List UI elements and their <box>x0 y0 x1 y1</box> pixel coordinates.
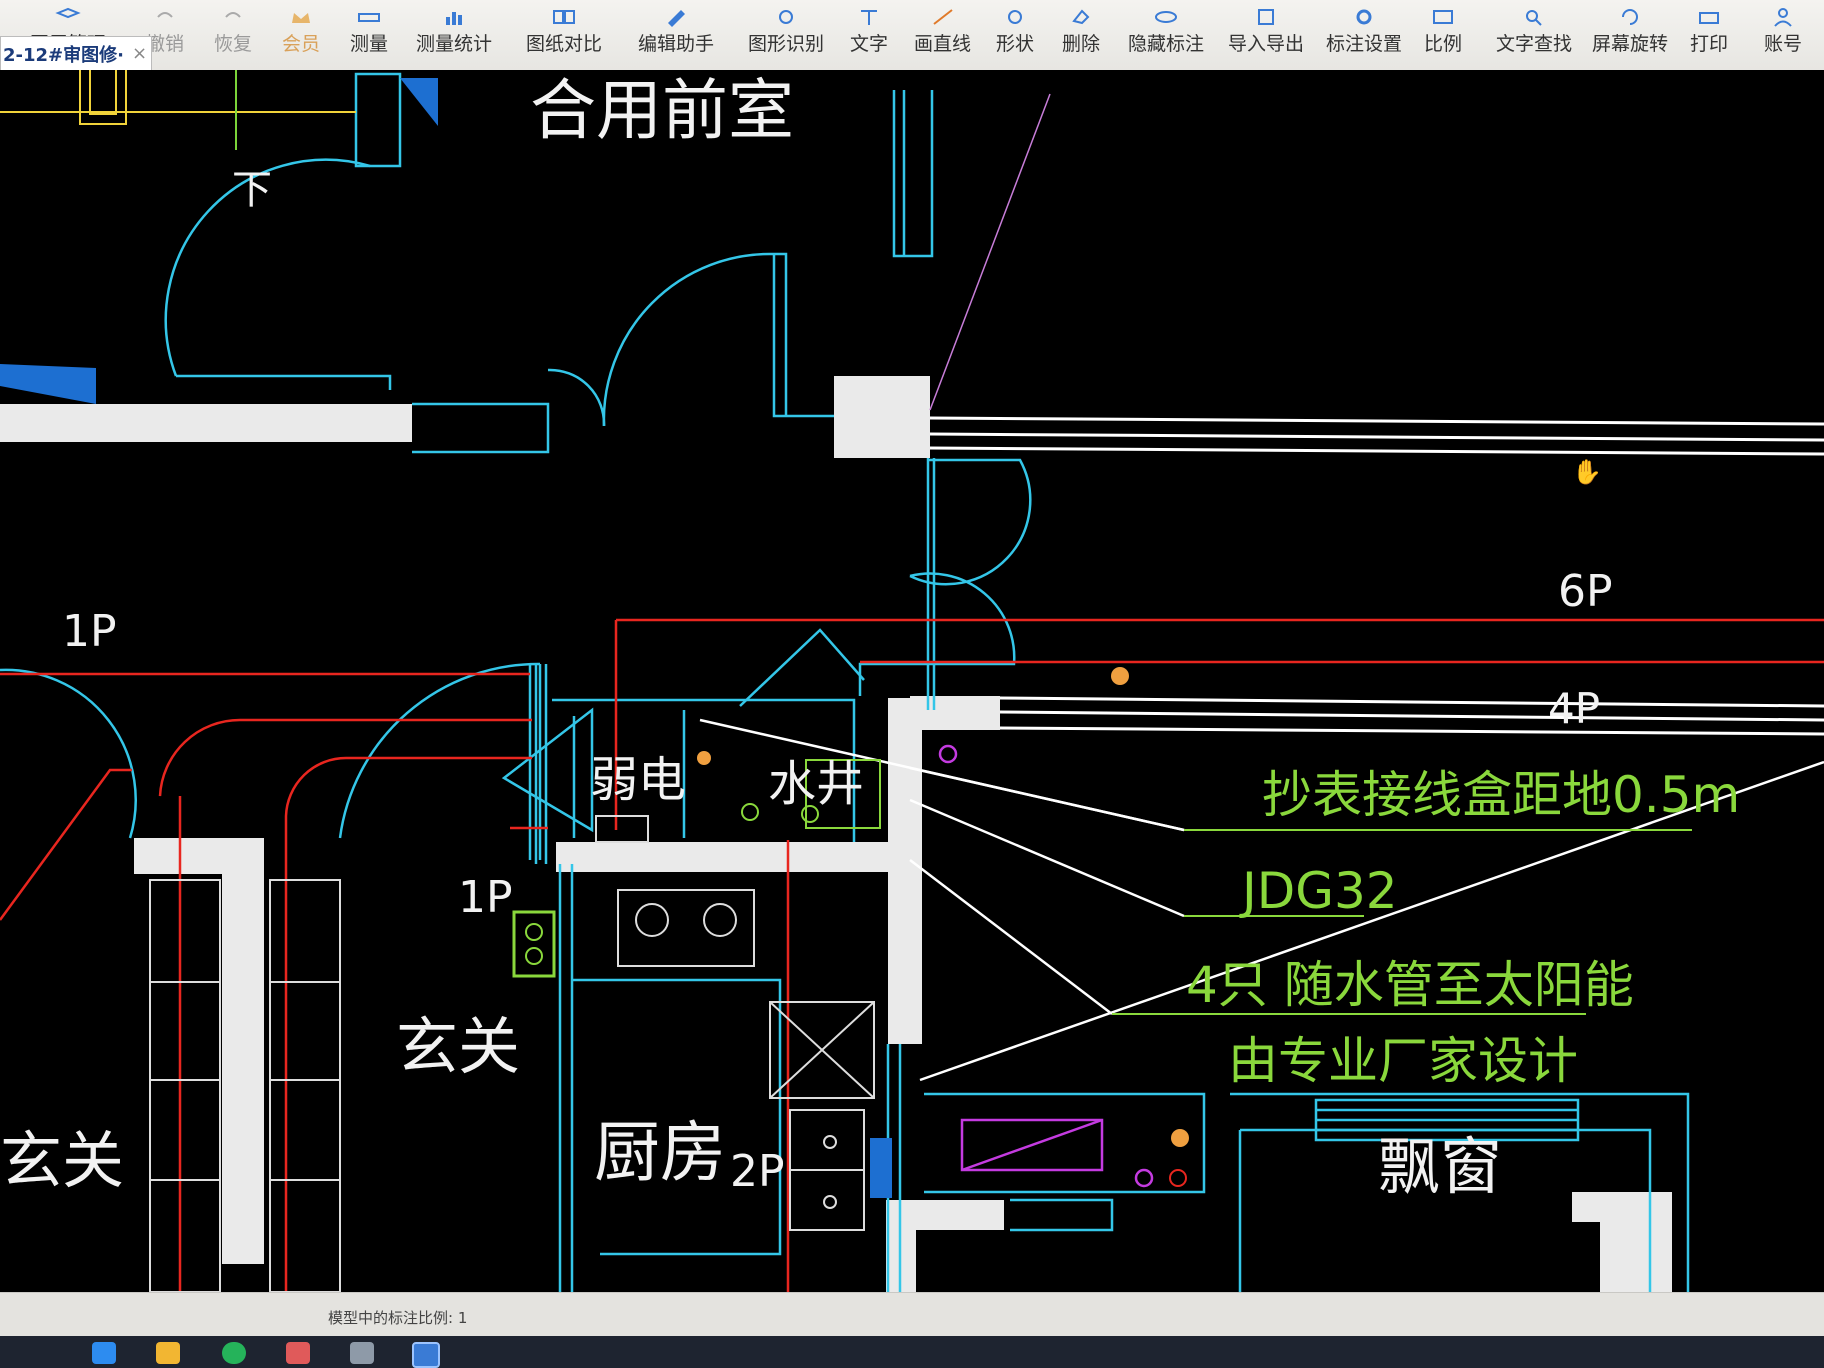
close-icon[interactable]: × <box>132 43 147 64</box>
taskbar-app-icon[interactable] <box>286 1342 310 1364</box>
folder-icon[interactable] <box>156 1342 180 1364</box>
recognition-icon <box>779 10 793 24</box>
stats-icon <box>446 12 462 25</box>
browser-icon[interactable] <box>222 1342 246 1364</box>
circuit-label-1p-mid: 1P <box>458 872 513 923</box>
undo-icon <box>157 12 173 18</box>
toolbar-text[interactable]: 文字 <box>850 2 888 66</box>
toolbar-shape-recognition[interactable]: 图形识别 <box>748 2 824 66</box>
annotation-scale-status: 模型中的标注比例: 1 <box>328 1309 468 1327</box>
room-label-shared-lobby: 合用前室 <box>530 72 794 149</box>
toolbar-label: 测量统计 <box>416 33 493 55</box>
document-tab[interactable]: 2-12#审图修· × <box>0 36 152 70</box>
toolbar-label: 隐藏标注 <box>1128 33 1205 55</box>
toolbar-label: 恢复 <box>214 33 253 55</box>
toolbar-print[interactable]: 打印 <box>1690 2 1728 66</box>
crown-icon <box>292 13 310 23</box>
room-label-kitchen: 厨房 <box>594 1114 726 1191</box>
toolbar-text-search[interactable]: 文字查找 <box>1496 2 1572 66</box>
toolbar-account[interactable]: 账号 <box>1764 2 1802 66</box>
printer-icon <box>1699 12 1719 24</box>
toolbar-member[interactable]: 会员 <box>282 2 320 66</box>
toolbar-label: 比例 <box>1424 33 1463 55</box>
toolbar-redo[interactable]: 恢复 <box>214 2 252 66</box>
os-taskbar <box>0 1336 1824 1368</box>
text-icon <box>861 10 877 25</box>
toolbar-label: 形状 <box>996 33 1035 55</box>
top-toolbar: 图层管理 撤销 恢复 会员 测量 测量统计 图纸对比 编辑助手 图形识别 文字 … <box>0 0 1824 70</box>
ruler-icon <box>358 13 380 22</box>
annotation-solar-line2: 由专业厂家设计 <box>1228 1032 1578 1090</box>
line-icon <box>932 9 953 25</box>
import-export-icon <box>1258 9 1274 25</box>
circuit-label-1p-top: 1P <box>62 606 117 657</box>
toolbar-draw-line[interactable]: 画直线 <box>914 2 971 66</box>
toolbar-label: 导入导出 <box>1228 33 1305 55</box>
status-bar: 模型中的标注比例: 1 <box>0 1292 1824 1337</box>
toolbar-label: 会员 <box>282 33 321 55</box>
toolbar-drawing-compare[interactable]: 图纸对比 <box>526 2 602 66</box>
shape-icon <box>1008 10 1022 24</box>
toolbar-delete[interactable]: 删除 <box>1062 2 1100 66</box>
toolbar-edit-assistant[interactable]: 编辑助手 <box>638 2 714 66</box>
room-label-weak-current: 弱电 <box>590 752 687 808</box>
toolbar-hide-annotations[interactable]: 隐藏标注 <box>1128 2 1204 66</box>
hand-cursor-icon: ✋ <box>1572 458 1602 486</box>
toolbar-screen-rotate[interactable]: 屏幕旋转 <box>1592 2 1668 66</box>
toolbar-label: 图纸对比 <box>526 33 603 55</box>
edit-icon <box>668 10 685 27</box>
circuit-label-4p: 4P <box>1548 684 1601 733</box>
search-icon <box>1526 10 1542 26</box>
annotation-meter-box: 抄表接线盒距地0.5m <box>1262 766 1741 824</box>
toolbar-label: 打印 <box>1690 33 1729 55</box>
floor-plan-drawing <box>0 70 1824 1292</box>
toolbar-label: 账号 <box>1764 33 1803 55</box>
room-label-entry-right: 玄关 <box>396 1010 521 1083</box>
toolbar-measure-stats[interactable]: 测量统计 <box>416 2 492 66</box>
taskbar-app-icon[interactable] <box>350 1342 374 1364</box>
user-icon <box>1774 8 1792 27</box>
circuit-label-6p: 6P <box>1558 566 1613 617</box>
circuit-label-2p: 2P <box>730 1146 785 1197</box>
toolbar-import-export[interactable]: 导入导出 <box>1228 2 1304 66</box>
toolbar-label: 文字 <box>850 33 889 55</box>
stair-down-label: 下 <box>232 167 272 213</box>
annotation-conduit: JDG32 <box>1242 862 1398 920</box>
solar-equipment <box>938 744 1154 1188</box>
rotate-icon <box>1622 9 1638 25</box>
eraser-icon <box>1072 9 1090 25</box>
toolbar-label: 画直线 <box>914 33 972 55</box>
cad-viewer-taskbar-icon[interactable] <box>412 1342 440 1368</box>
room-label-entry-left: 玄关 <box>0 1124 125 1197</box>
compare-icon <box>553 10 575 24</box>
toolbar-shape[interactable]: 形状 <box>996 2 1034 66</box>
toolbar-label: 编辑助手 <box>638 33 715 55</box>
room-label-bay-window: 飘窗 <box>1378 1130 1503 1203</box>
drawing-canvas[interactable]: 合用前室 下 1P 6P 4P 1P 弱电 水井 玄关 玄关 厨房 2P 飘窗 … <box>0 70 1824 1292</box>
toolbar-label: 图形识别 <box>748 33 825 55</box>
toolbar-label: 删除 <box>1062 33 1101 55</box>
room-label-water-shaft: 水井 <box>768 756 865 812</box>
scale-icon <box>1433 10 1453 24</box>
diagonal-reference <box>929 93 1051 411</box>
settings-icon <box>1356 9 1372 25</box>
toolbar-scale[interactable]: 比例 <box>1424 2 1462 66</box>
annotation-solar-line1: 4只 随水管至太阳能 <box>1186 956 1634 1014</box>
toolbar-measure[interactable]: 测量 <box>350 2 388 66</box>
layers-icon <box>55 7 81 19</box>
duct-lines <box>929 416 1824 736</box>
toolbar-label: 标注设置 <box>1326 33 1403 55</box>
toolbar-label: 屏幕旋转 <box>1592 33 1669 55</box>
toolbar-label: 文字查找 <box>1496 33 1573 55</box>
toolbar-annotation-settings[interactable]: 标注设置 <box>1326 2 1402 66</box>
top-left-yellow <box>0 70 356 125</box>
taskbar-app-icon[interactable] <box>92 1342 116 1364</box>
document-tab-title: 2-12#审图修· <box>3 44 124 66</box>
eye-icon <box>1155 11 1177 23</box>
toolbar-label: 测量 <box>350 33 389 55</box>
redo-icon <box>225 12 241 18</box>
red-marker <box>1169 1169 1187 1187</box>
